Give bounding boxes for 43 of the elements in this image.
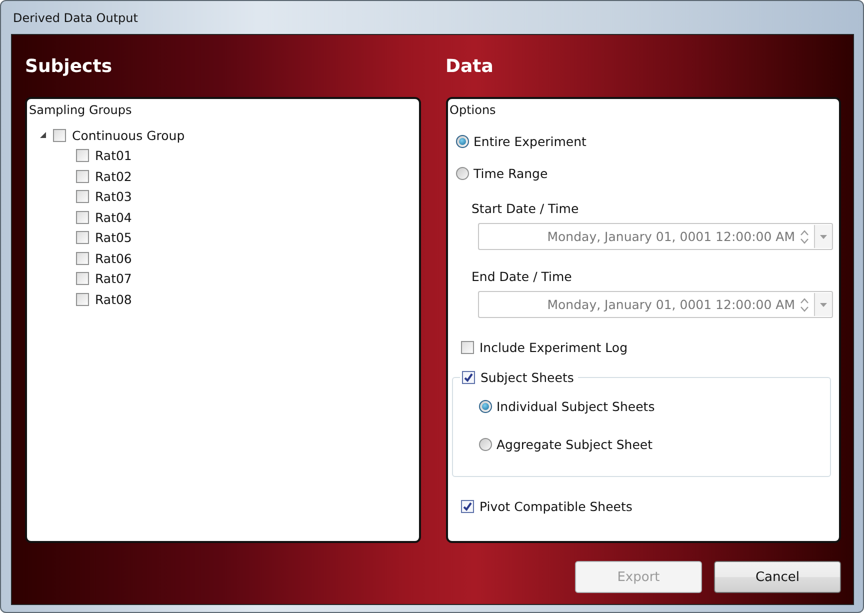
window-title: Derived Data Output [12,10,138,24]
caret-icon [820,234,827,238]
panel-title: Sampling Groups [29,103,132,117]
radio-label[interactable]: Individual Subject Sheets [496,399,655,414]
tree-item-label[interactable]: Continuous Group [72,128,185,143]
tree-item-label[interactable]: Rat07 [95,271,132,286]
checkbox[interactable] [76,149,89,162]
checkbox[interactable] [462,371,474,384]
tree-item-label[interactable]: Rat04 [95,210,132,225]
radio-button[interactable] [456,166,468,180]
tree-item-label[interactable]: Rat03 [95,189,132,204]
radio-label[interactable]: Entire Experiment [474,134,586,148]
dialog-button[interactable]: Cancel [714,561,841,593]
radio-label[interactable]: Time Range [474,166,548,180]
field-label: End Date / Time [472,268,572,286]
section-heading: Data [446,54,494,78]
checkbox[interactable] [76,170,89,183]
radio-button[interactable] [456,134,468,148]
checkbox[interactable] [460,500,474,512]
section-heading: Subjects [25,54,112,78]
radio-button[interactable] [478,400,492,413]
expander-icon[interactable] [39,131,47,140]
checkbox-label[interactable]: Subject Sheets [480,370,574,385]
checkbox-label[interactable]: Pivot Compatible Sheets [480,498,632,514]
checkbox[interactable] [460,340,474,354]
checkbox[interactable] [76,292,89,306]
tree-item-label[interactable]: Rat02 [95,168,132,184]
field-label: Start Date / Time [472,200,579,218]
checkbox[interactable] [76,231,89,244]
checkbox[interactable] [76,252,89,265]
checkbox-label[interactable]: Include Experiment Log [480,340,628,354]
checkbox[interactable] [76,190,89,204]
checkbox[interactable] [76,210,89,224]
checkbox[interactable] [53,128,66,142]
tree-item-label[interactable]: Rat05 [95,230,132,246]
caret-icon [820,302,827,306]
radio-button[interactable] [478,438,492,451]
checkbox[interactable] [76,272,89,286]
tree-item-label[interactable]: Rat01 [95,148,132,164]
tree-item-label[interactable]: Rat08 [95,292,132,307]
tree-item-label[interactable]: Rat06 [95,250,132,266]
radio-label[interactable]: Aggregate Subject Sheet [496,437,652,452]
panel-title: Options [450,103,496,117]
